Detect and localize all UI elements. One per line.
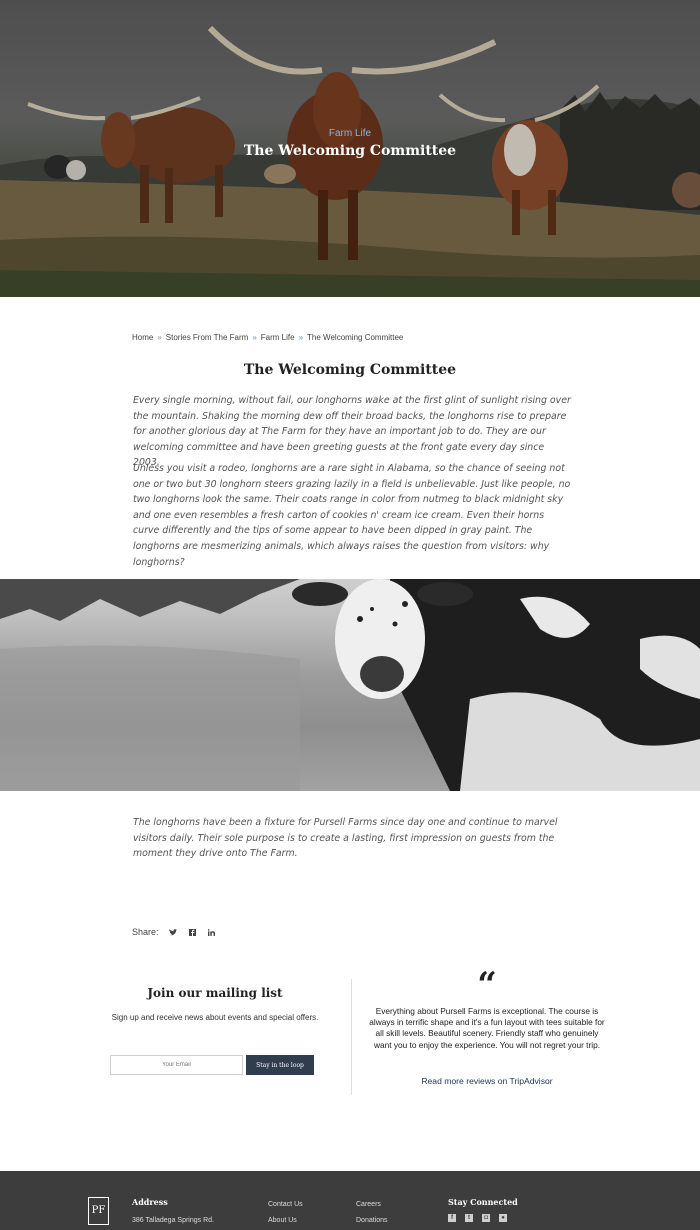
- email-field[interactable]: [110, 1055, 243, 1075]
- footer-link-careers[interactable]: Careers: [356, 1201, 381, 1208]
- address-line: 386 Talladega Springs Rd.: [132, 1217, 214, 1224]
- footer-link-about-us[interactable]: About Us: [268, 1217, 297, 1224]
- breadcrumb-separator: »: [157, 333, 162, 342]
- breadcrumb: Home» Stories From The Farm» Farm Life» The…: [132, 333, 403, 342]
- breadcrumb-farm-life[interactable]: Farm Life: [261, 333, 295, 342]
- breadcrumb-stories[interactable]: Stories From The Farm: [166, 333, 249, 342]
- facebook-icon[interactable]: f: [448, 1214, 456, 1222]
- review-quote: Everything about Pursell Farms is except…: [369, 1006, 605, 1050]
- tripadvisor-link[interactable]: Read more reviews on TripAdvisor: [368, 1076, 606, 1086]
- breadcrumb-separator: »: [252, 333, 257, 342]
- footer-link-contact-us[interactable]: Contact Us: [268, 1201, 303, 1208]
- twitter-icon[interactable]: [169, 928, 178, 937]
- footer-social-icons: f t ◘ ●: [448, 1214, 507, 1222]
- article-paragraph: The longhorns have been a fixture for Pu…: [133, 817, 558, 860]
- quote-icon: “: [477, 965, 497, 1005]
- stay-connected-heading: Stay Connected: [448, 1197, 518, 1207]
- share-bar: Share:: [132, 927, 216, 937]
- longhorn-closeup-image: [0, 579, 700, 791]
- article-paragraph: Unless you visit a rodeo, longhorns are …: [133, 463, 571, 568]
- linkedin-icon[interactable]: [207, 928, 216, 937]
- hero-category-link[interactable]: Farm Life: [0, 128, 700, 139]
- hero-banner: Farm Life The Welcoming Committee: [0, 0, 700, 297]
- flickr-icon[interactable]: ●: [499, 1214, 507, 1222]
- breadcrumb-home[interactable]: Home: [132, 333, 153, 342]
- stay-in-the-loop-button[interactable]: Stay in the loop: [246, 1055, 314, 1075]
- mailing-list-subtitle: Sign up and receive news about events an…: [111, 1013, 319, 1022]
- address-heading: Address: [132, 1197, 168, 1207]
- instagram-icon[interactable]: ◘: [482, 1214, 490, 1222]
- footer-logo[interactable]: PF: [88, 1197, 109, 1225]
- footer-link-donations[interactable]: Donations: [356, 1217, 388, 1224]
- article-title: The Welcoming Committee: [243, 362, 457, 378]
- share-label: Share:: [132, 927, 159, 937]
- breadcrumb-current: The Welcoming Committee: [307, 333, 404, 342]
- breadcrumb-separator: »: [298, 333, 304, 342]
- twitter-icon[interactable]: t: [465, 1214, 473, 1222]
- footer: PF Address 386 Talladega Springs Rd. Con…: [0, 1171, 700, 1230]
- facebook-icon[interactable]: [188, 928, 197, 937]
- hero-title: The Welcoming Committee: [243, 143, 457, 159]
- article-paragraph: Every single morning, without fail, our …: [133, 395, 571, 469]
